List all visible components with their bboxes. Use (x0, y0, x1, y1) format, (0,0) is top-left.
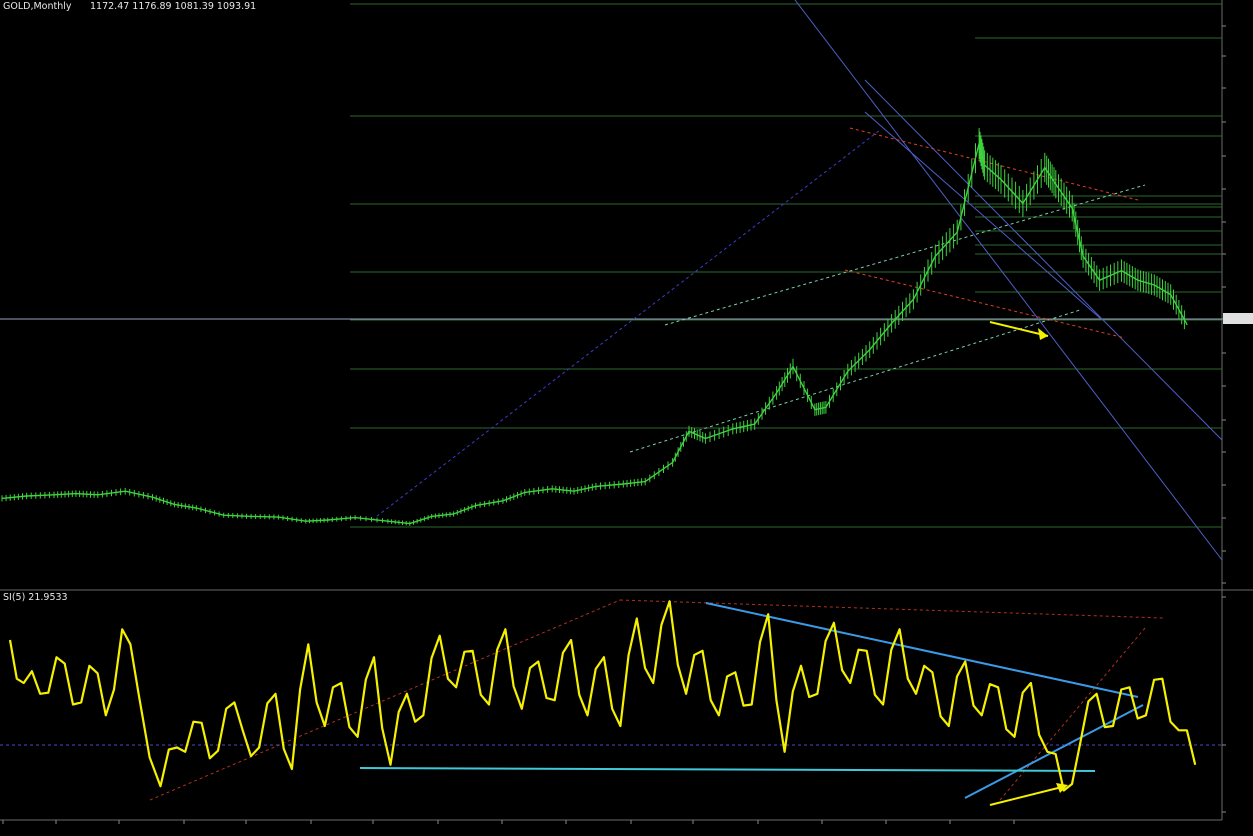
chart-symbol: GOLD,Monthly (3, 1, 72, 12)
current-price-box (1223, 313, 1253, 324)
indicator-title: SI(5) 21.9533 (3, 592, 68, 603)
chart-ohlc: 1172.47 1176.89 1081.39 1093.91 (90, 1, 256, 12)
background (0, 0, 1253, 836)
chart: GOLD,Monthly 1172.47 1176.89 1081.39 109… (0, 0, 1253, 836)
